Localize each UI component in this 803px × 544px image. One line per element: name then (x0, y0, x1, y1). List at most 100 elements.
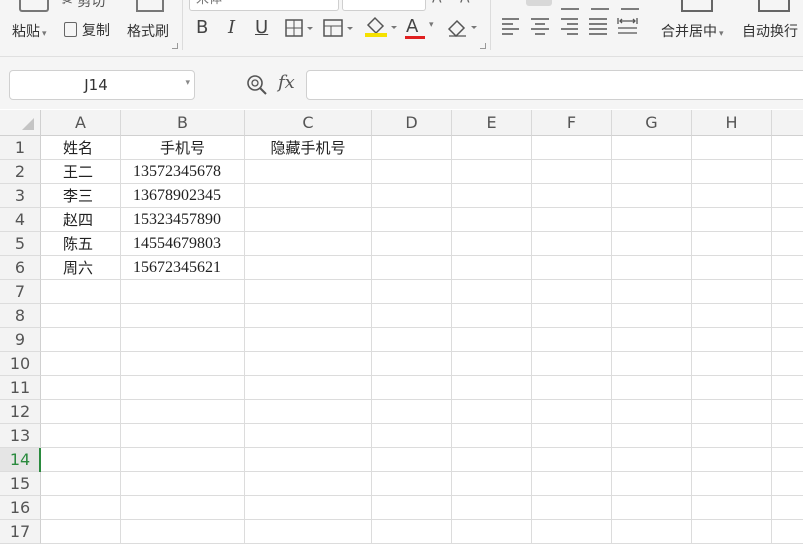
row-header-8[interactable]: 8 (0, 304, 41, 328)
cell-i4[interactable] (772, 208, 803, 232)
top-align-icon[interactable] (526, 0, 552, 6)
cell-b10[interactable] (121, 352, 245, 376)
cell-e9[interactable] (452, 328, 532, 352)
cell-e5[interactable] (452, 232, 532, 256)
paste-button[interactable]: 粘贴 ▾ (12, 21, 47, 41)
row-header-6[interactable]: 6 (0, 256, 41, 280)
chevron-down-icon[interactable]: ▾ (185, 78, 190, 88)
cell-i15[interactable] (772, 472, 803, 496)
decrease-font-size-button[interactable]: A- (460, 0, 472, 7)
cell-style-icon[interactable] (323, 19, 355, 41)
phone-cell[interactable]: 13572345678 (121, 160, 245, 184)
cell-h14[interactable] (692, 448, 772, 472)
cell-e2[interactable] (452, 160, 532, 184)
cell-i3[interactable] (772, 184, 803, 208)
cell-i17[interactable] (772, 520, 803, 544)
column-header-e[interactable]: E (452, 110, 532, 136)
row-header-1[interactable]: 1 (0, 136, 41, 160)
cell-i14[interactable] (772, 448, 803, 472)
bold-button[interactable]: B (196, 17, 208, 38)
row-header-4[interactable]: 4 (0, 208, 41, 232)
cell-g12[interactable] (612, 400, 692, 424)
cut-button[interactable]: ✂ 剪切 (62, 0, 105, 11)
formula-input[interactable] (306, 70, 803, 100)
cell-c16[interactable] (245, 496, 372, 520)
cell-c4[interactable] (245, 208, 372, 232)
clipboard-dialog-launcher[interactable] (172, 43, 178, 49)
cell-g4[interactable] (612, 208, 692, 232)
cell-h1[interactable] (692, 136, 772, 160)
bottom-align-icon[interactable] (590, 0, 610, 17)
cell-f2[interactable] (532, 160, 612, 184)
cell-b14[interactable] (121, 448, 245, 472)
cell-b16[interactable] (121, 496, 245, 520)
cell-f6[interactable] (532, 256, 612, 280)
column-header-f[interactable]: F (532, 110, 612, 136)
cell-h4[interactable] (692, 208, 772, 232)
cell-d4[interactable] (372, 208, 452, 232)
cell-d12[interactable] (372, 400, 452, 424)
cell-g2[interactable] (612, 160, 692, 184)
merge-center-button[interactable]: 合并居中 ▾ (661, 21, 724, 41)
row-header-15[interactable]: 15 (0, 472, 41, 496)
cell-d16[interactable] (372, 496, 452, 520)
row-header-7[interactable]: 7 (0, 280, 41, 304)
cell-h6[interactable] (692, 256, 772, 280)
cell-g14[interactable] (612, 448, 692, 472)
cell-g9[interactable] (612, 328, 692, 352)
cell-i13[interactable] (772, 424, 803, 448)
paste-icon[interactable] (19, 0, 49, 12)
name-cell[interactable]: 李三 (41, 184, 121, 208)
cell-b17[interactable] (121, 520, 245, 544)
row-header-9[interactable]: 9 (0, 328, 41, 352)
cell-f1[interactable] (532, 136, 612, 160)
row-header-2[interactable]: 2 (0, 160, 41, 184)
name-cell[interactable]: 周六 (41, 256, 121, 280)
row-header-11[interactable]: 11 (0, 376, 41, 400)
cell-b15[interactable] (121, 472, 245, 496)
cell-f15[interactable] (532, 472, 612, 496)
cell-h5[interactable] (692, 232, 772, 256)
cell-b7[interactable] (121, 280, 245, 304)
merge-center-icon[interactable] (681, 0, 713, 12)
cell-c12[interactable] (245, 400, 372, 424)
cell-f8[interactable] (532, 304, 612, 328)
cell-g3[interactable] (612, 184, 692, 208)
cell-d8[interactable] (372, 304, 452, 328)
column-header-d[interactable]: D (372, 110, 452, 136)
fill-color-icon[interactable] (364, 16, 398, 42)
cell-f16[interactable] (532, 496, 612, 520)
cell-a13[interactable] (41, 424, 121, 448)
cell-g15[interactable] (612, 472, 692, 496)
name-box[interactable]: J14 ▾ (9, 70, 195, 100)
cell-c9[interactable] (245, 328, 372, 352)
cell-i16[interactable] (772, 496, 803, 520)
cell-h2[interactable] (692, 160, 772, 184)
name-cell[interactable]: 陈五 (41, 232, 121, 256)
format-painter-button[interactable]: 格式刷 (127, 21, 169, 41)
cell-f9[interactable] (532, 328, 612, 352)
cell-g8[interactable] (612, 304, 692, 328)
cell-d7[interactable] (372, 280, 452, 304)
cell-h7[interactable] (692, 280, 772, 304)
format-painter-icon[interactable] (136, 0, 164, 12)
cell-c6[interactable] (245, 256, 372, 280)
cell-h17[interactable] (692, 520, 772, 544)
cell-i12[interactable] (772, 400, 803, 424)
cell-e4[interactable] (452, 208, 532, 232)
cell-h11[interactable] (692, 376, 772, 400)
rotate-text-icon[interactable] (620, 0, 640, 17)
cell-c2[interactable] (245, 160, 372, 184)
cell-i1[interactable] (772, 136, 803, 160)
row-header-13[interactable]: 13 (0, 424, 41, 448)
phone-cell[interactable]: 13678902345 (121, 184, 245, 208)
cell-e3[interactable] (452, 184, 532, 208)
cell-c17[interactable] (245, 520, 372, 544)
cell-a16[interactable] (41, 496, 121, 520)
insert-function-button[interactable]: fx (278, 72, 295, 93)
cell-h12[interactable] (692, 400, 772, 424)
cell-b13[interactable] (121, 424, 245, 448)
cell-f5[interactable] (532, 232, 612, 256)
cell-g1[interactable] (612, 136, 692, 160)
cell-g16[interactable] (612, 496, 692, 520)
